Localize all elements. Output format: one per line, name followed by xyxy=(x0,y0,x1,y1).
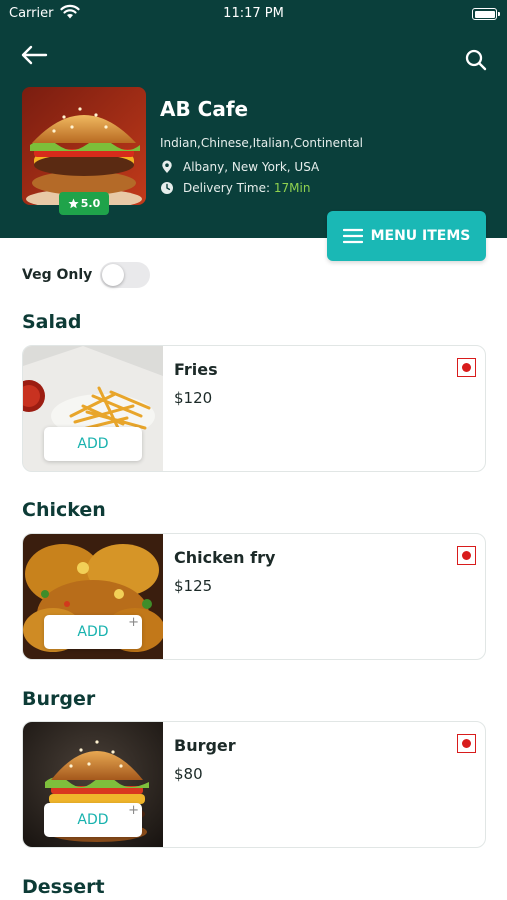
rating-badge: 5.0 xyxy=(59,192,109,215)
restaurant-name: AB Cafe xyxy=(160,97,249,121)
customizable-plus-icon: + xyxy=(128,615,139,630)
chicken-fry-image: ADD + xyxy=(23,534,163,659)
item-name: Burger xyxy=(174,736,236,755)
non-veg-indicator-icon xyxy=(457,734,476,753)
delivery-time-value: 17Min xyxy=(273,181,311,195)
location-row: Albany, New York, USA xyxy=(160,160,319,174)
add-to-cart-button[interactable]: ADD + xyxy=(44,615,142,649)
veg-only-toggle[interactable] xyxy=(100,262,151,288)
menu-item-card[interactable]: ADD + Chicken fry $125 xyxy=(22,533,486,660)
menu-item-card[interactable]: ADD Fries $120 xyxy=(22,345,486,472)
clock-icon xyxy=(161,182,173,194)
status-bar: Carrier 11:17 PM xyxy=(0,0,507,28)
cafe-image xyxy=(22,87,146,205)
cuisine-list: Indian,Chinese,Italian,Continental xyxy=(160,136,364,150)
item-price: $120 xyxy=(174,389,213,407)
burger-image: ADD + xyxy=(23,722,163,847)
restaurant-header: Carrier 11:17 PM 5.0 AB Cafe Indian,Chin… xyxy=(0,0,507,238)
add-to-cart-button[interactable]: ADD xyxy=(44,427,142,461)
hamburger-menu-icon xyxy=(342,228,363,244)
battery-icon xyxy=(472,8,500,20)
item-name: Chicken fry xyxy=(174,548,276,567)
fries-image: ADD xyxy=(23,346,163,471)
add-button-label: ADD xyxy=(77,624,109,640)
add-to-cart-button[interactable]: ADD + xyxy=(44,803,142,837)
delivery-time-label: Delivery Time: xyxy=(183,181,274,195)
menu-items-label: MENU ITEMS xyxy=(370,228,471,244)
add-button-label: ADD xyxy=(77,436,109,452)
veg-only-label: Veg Only xyxy=(22,267,93,283)
status-time: 11:17 PM xyxy=(223,6,284,21)
veg-only-filter: Veg Only xyxy=(22,262,151,288)
customizable-plus-icon: + xyxy=(128,803,139,818)
section-title-salad: Salad xyxy=(22,311,82,333)
star-icon xyxy=(68,198,79,209)
menu-items-button[interactable]: MENU ITEMS xyxy=(327,211,486,261)
search-icon[interactable] xyxy=(464,48,488,72)
back-arrow-icon[interactable] xyxy=(18,42,50,68)
item-name: Fries xyxy=(174,360,218,379)
non-veg-indicator-icon xyxy=(457,546,476,565)
item-price: $125 xyxy=(174,577,213,595)
section-title-dessert: Dessert xyxy=(22,876,105,898)
item-price: $80 xyxy=(174,765,203,783)
non-veg-indicator-icon xyxy=(457,358,476,377)
delivery-time-row: Delivery Time: 17Min xyxy=(160,181,310,195)
rating-value: 5.0 xyxy=(80,197,101,210)
section-title-burger: Burger xyxy=(22,688,96,710)
section-title-chicken: Chicken xyxy=(22,499,106,521)
menu-item-card[interactable]: ADD + Burger $80 xyxy=(22,721,486,848)
location-pin-icon xyxy=(162,160,172,173)
location-text: Albany, New York, USA xyxy=(183,160,320,174)
add-button-label: ADD xyxy=(77,812,109,828)
